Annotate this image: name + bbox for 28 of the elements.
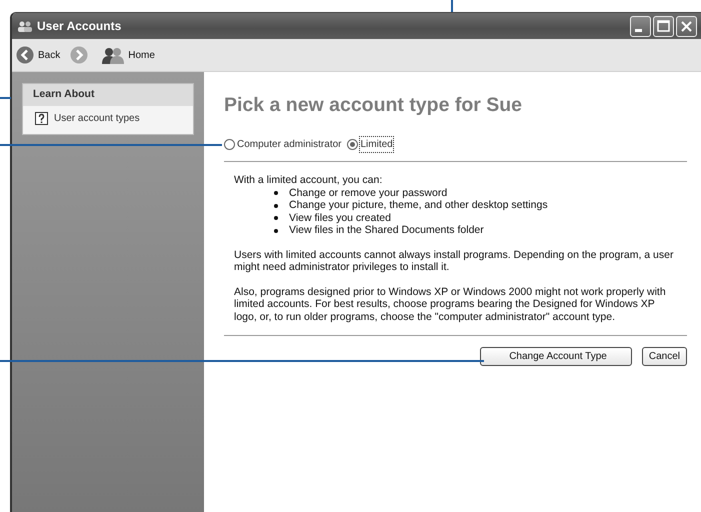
bullet-text: View files in the Shared Documents folder: [289, 224, 484, 237]
paragraph: Users with limited accounts cannot always install programs. Depending on the program, a user might need administrator privileges to install it.: [234, 248, 674, 274]
bullet-text: Change or remove your password: [289, 186, 448, 200]
bullet-icon: [274, 204, 278, 208]
cancel-button[interactable]: Cancel: [642, 347, 687, 366]
bullet-icon: [274, 216, 278, 220]
maximize-icon: [655, 18, 672, 34]
help-link[interactable]: User account types: [23, 106, 152, 134]
paragraph: Also, programs designed prior to Windows XP or Windows 2000 might not work properly with limited accounts. For best results, choose programs bearing the Designed for Windows XP logo, or, to run older programs, choose the "computer administrator" account type.: [234, 286, 667, 324]
help-icon: [35, 112, 48, 125]
bullet-icon: [274, 228, 278, 233]
home-button[interactable]: Home: [102, 46, 155, 64]
users-icon: [18, 20, 32, 32]
change-account-type-button[interactable]: Change Account Type: [480, 347, 632, 366]
maximize-button[interactable]: [653, 16, 674, 36]
bullet-icon: [274, 191, 278, 196]
users-icon: [102, 46, 124, 64]
panel-heading: Learn About: [23, 84, 193, 106]
bullet-text: Change your picture, theme, and other desktop settings: [289, 199, 548, 212]
back-button[interactable]: Back: [16, 46, 60, 64]
bullet-text: View files you created: [289, 212, 391, 224]
close-button[interactable]: [676, 16, 697, 36]
minimize-button[interactable]: [630, 16, 651, 36]
minimize-icon: [635, 28, 642, 32]
page-heading: Pick a new account type for Sue: [224, 94, 524, 118]
window-title: User Accounts: [37, 18, 122, 35]
leader-line: [451, 0, 453, 12]
intro-text: With a limited account, you can:: [234, 174, 384, 187]
